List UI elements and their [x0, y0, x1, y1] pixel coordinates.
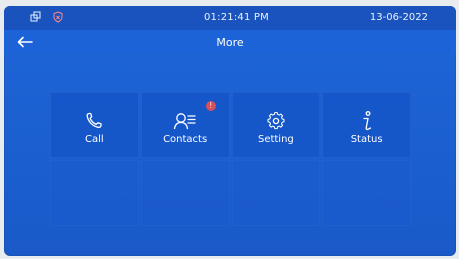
shield-icon [52, 11, 64, 23]
status-label: Status [350, 134, 383, 145]
network-icon [30, 11, 42, 23]
setting-tile[interactable]: Setting [231, 92, 321, 158]
setting-label: Setting [257, 134, 294, 145]
status-bar: 01:21:41 PM 13-06-2022 [4, 6, 456, 30]
device-screen: 01:21:41 PM 13-06-2022 More Call ! Conta… [4, 6, 456, 256]
call-label: Call [85, 134, 104, 145]
empty-tile [50, 160, 139, 226]
contacts-icon [172, 110, 198, 132]
gear-icon [263, 110, 289, 132]
contacts-tile[interactable]: ! Contacts [140, 92, 230, 158]
date: 13-06-2022 [369, 12, 428, 23]
empty-tile [322, 160, 411, 226]
empty-tile [231, 160, 321, 226]
notification-badge: ! [205, 101, 216, 111]
page-title: More [216, 36, 244, 49]
menu-grid: Call ! Contacts Setting Status [50, 92, 411, 226]
status-icons [30, 11, 64, 23]
status-tile[interactable]: Status [322, 92, 411, 158]
contacts-label: Contacts [163, 134, 208, 145]
clock: 01:21:41 PM [204, 12, 269, 23]
call-tile[interactable]: Call [50, 92, 139, 158]
title-bar: More [4, 30, 456, 54]
info-icon [354, 110, 380, 132]
phone-icon [81, 110, 107, 132]
empty-tile [140, 160, 230, 226]
